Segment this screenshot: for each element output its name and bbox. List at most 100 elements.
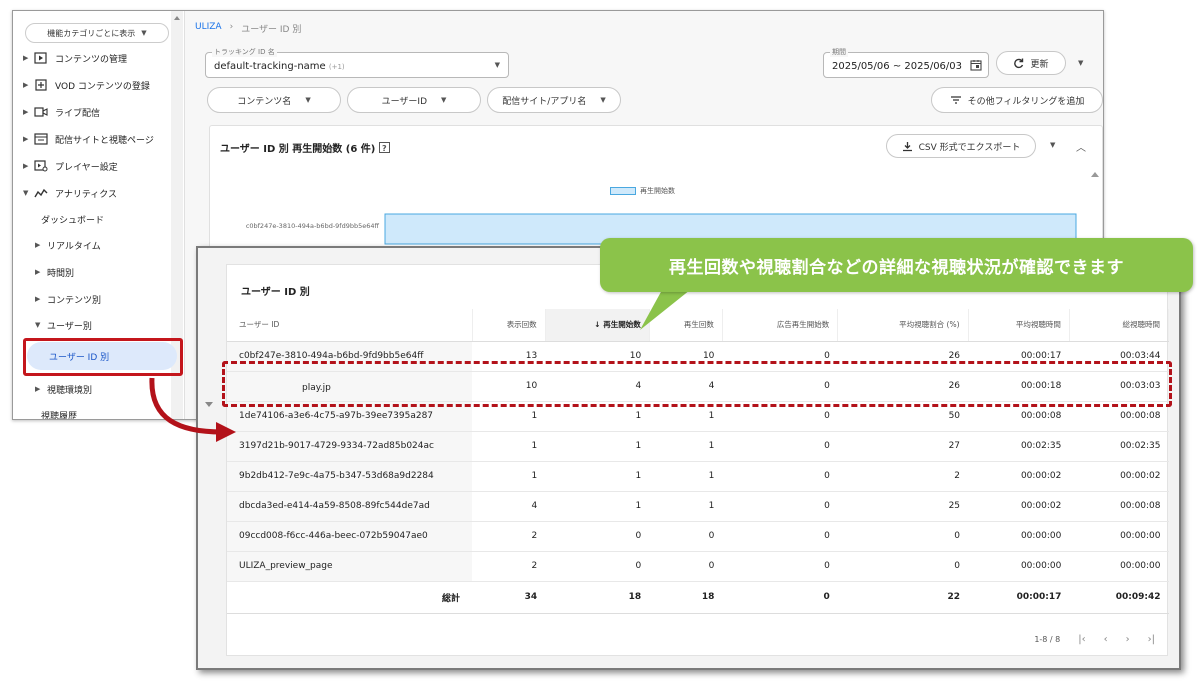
col-user-id[interactable]: ユーザー ID	[227, 309, 473, 342]
cell-total-view-time: 00:02:35	[1069, 431, 1169, 462]
table-row[interactable]: c0bf247e-3810-494a-b6bd-9fd9bb5e64ff 13 10…	[227, 341, 1169, 372]
period-value: 2025/05/06 ~ 2025/06/03	[832, 61, 963, 72]
scroll-down-icon[interactable]	[204, 400, 214, 410]
player-settings-icon	[33, 159, 49, 173]
export-menu-chevron-icon[interactable]: ▼	[1050, 141, 1055, 149]
sidebar-item-by-time[interactable]: ▶ 時間別	[35, 261, 74, 283]
breadcrumb-home[interactable]: ULIZA	[195, 22, 222, 35]
category-select[interactable]: 機能カテゴリごとに表示 ▼	[25, 23, 169, 43]
cell-user-id: 9b2db412-7e9c-4a75-b347-53d68a9d2284	[227, 461, 472, 492]
chevron-down-icon: ▼	[23, 189, 29, 197]
sidebar-item-realtime[interactable]: ▶ リアルタイム	[35, 234, 101, 256]
filter-label: 配信サイト/アプリ名	[502, 96, 587, 107]
filter-user-id[interactable]: ユーザーID ▼	[347, 87, 481, 113]
cell-ad-starts: 0	[722, 461, 838, 492]
cell-play-starts: 0	[545, 521, 650, 552]
filter-content-name[interactable]: コンテンツ名 ▼	[207, 87, 341, 113]
chart-title-text: ユーザー ID 別 再生開始数 (6 件)	[220, 144, 376, 155]
last-page-icon[interactable]: ›|	[1148, 634, 1155, 645]
col-ad-starts[interactable]: 広告再生開始数	[722, 309, 839, 342]
chevron-right-icon: ▶	[23, 81, 29, 89]
table-row[interactable]: dbcda3ed-e414-4a59-8508-89fc544de7ad 4 1 1 0…	[227, 491, 1169, 522]
total-total-view-time: 00:09:42	[1069, 581, 1169, 614]
total-avg-view-rate: 22	[837, 581, 969, 614]
cell-ad-starts: 0	[722, 401, 838, 432]
total-avg-view-time: 00:00:17	[968, 581, 1070, 614]
cell-impressions: 1	[472, 401, 546, 432]
pagination-range: 1-8 / 8	[1034, 635, 1061, 644]
tracking-id-value: default-tracking-name (+1)	[214, 61, 345, 72]
breadcrumb: ULIZA › ユーザー ID 別	[195, 22, 301, 35]
prev-page-icon[interactable]: ‹	[1104, 634, 1108, 645]
table-row[interactable]: 09ccd008-f6cc-446a-beec-072b59047ae0 2 0 0 0…	[227, 521, 1169, 552]
sidebar-item-player[interactable]: ▶ プレイヤー設定	[23, 155, 118, 177]
tracking-id-select[interactable]: トラッキング ID 名 default-tracking-name (+1) ▼	[205, 47, 509, 78]
cell-ad-starts: 0	[722, 491, 838, 522]
col-avg-view-rate[interactable]: 平均視聴割合 (%)	[837, 309, 969, 342]
cell-total-view-time: 00:03:44	[1069, 341, 1169, 372]
refresh-button[interactable]: 更新	[996, 51, 1066, 75]
sidebar-item-analytics[interactable]: ▼ アナリティクス	[23, 182, 117, 204]
chevron-down-icon: ▼	[141, 29, 147, 37]
col-impressions[interactable]: 表示回数	[472, 309, 546, 342]
col-play-starts[interactable]: ↓ 再生開始数	[545, 309, 650, 342]
cell-user-id: ULIZA_preview_page	[227, 551, 472, 582]
period-field[interactable]: 期間 2025/05/06 ~ 2025/06/03	[823, 47, 989, 78]
add-filter-label: その他フィルタリングを追加	[967, 96, 1085, 107]
cell-avg-view-rate: 2	[837, 461, 969, 492]
sidebar-item-by-env[interactable]: ▶ 視聴環境別	[35, 378, 92, 400]
col-total-view-time[interactable]: 総視聴時間	[1069, 309, 1170, 342]
total-ad-starts: 0	[722, 581, 838, 614]
col-avg-view-time[interactable]: 平均視聴時間	[968, 309, 1070, 342]
cell-impressions: 1	[472, 461, 546, 492]
cell-play-starts: 4	[545, 371, 650, 402]
sidebar-item-by-user[interactable]: ▼ ユーザー別	[35, 314, 92, 336]
sidebar-item-label: 視聴環境別	[47, 385, 93, 396]
cell-user-id: play.jp	[227, 371, 472, 402]
chart-scroll-up-icon[interactable]	[1090, 170, 1100, 180]
calendar-icon[interactable]	[970, 59, 982, 71]
next-page-icon[interactable]: ›	[1126, 634, 1130, 645]
table-row[interactable]: 3197d21b-9017-4729-9334-72ad85b024ac 1 1 1 0…	[227, 431, 1169, 462]
sidebar-item-dashboard[interactable]: ダッシュボード	[41, 208, 104, 230]
add-filter-button[interactable]: その他フィルタリングを追加	[931, 87, 1103, 113]
cell-avg-view-time: 00:00:00	[968, 521, 1070, 552]
redacted-text	[239, 380, 302, 393]
table-total-row: 総計 34 18 18 0 22 00:00:17 00:09:42	[227, 581, 1169, 614]
sidebar-item-vod-register[interactable]: ▶ VOD コンテンツの登録	[23, 74, 150, 96]
cell-plays: 1	[649, 461, 723, 492]
table-row[interactable]: 9b2db412-7e9c-4a75-b347-53d68a9d2284 1 1 1 0…	[227, 461, 1169, 492]
pagination: 1-8 / 8 |‹ ‹ › ›|	[1034, 634, 1155, 645]
filter-site-app[interactable]: 配信サイト/アプリ名 ▼	[487, 87, 621, 113]
sidebar-item-content-manage[interactable]: ▶ コンテンツの管理	[23, 47, 127, 69]
col-plays[interactable]: 再生回数	[649, 309, 723, 342]
chevron-right-icon: ▶	[23, 54, 29, 62]
zoom-background: ユーザー ID 別 ユーザー ID 表示回数 ↓ 再生開始数 再生回数 広告再生…	[198, 248, 1179, 668]
browser-icon	[33, 132, 49, 146]
sidebar-item-history[interactable]: 視聴履歴	[41, 404, 77, 420]
chevron-down-icon: ▼	[600, 96, 606, 104]
cell-avg-view-rate: 0	[837, 521, 969, 552]
callout-text: 再生回数や視聴割合などの詳細な視聴状況が確認できます	[669, 257, 1124, 278]
sidebar-item-live[interactable]: ▶ ライブ配信	[23, 101, 100, 123]
table-row[interactable]: ULIZA_preview_page 2 0 0 0 0 00:00:00 00:00:00	[227, 551, 1169, 582]
table-row[interactable]: 1de74106-a3e6-4c75-a97b-39ee7395a287 1 1 1 0…	[227, 401, 1169, 432]
sidebar-item-by-content[interactable]: ▶ コンテンツ別	[35, 288, 101, 310]
cell-avg-view-rate: 26	[837, 341, 969, 372]
collapse-icon[interactable]: ︿	[1076, 139, 1086, 154]
more-options-chevron-icon[interactable]: ▼	[1078, 59, 1083, 67]
cell-avg-view-time: 00:00:08	[968, 401, 1070, 432]
cell-plays: 1	[649, 431, 723, 462]
first-page-icon[interactable]: |‹	[1078, 634, 1085, 645]
chevron-right-icon: ▶	[35, 268, 41, 276]
sidebar-item-label: ユーザー別	[47, 321, 92, 332]
table-row[interactable]: play.jp 10 4 4 0 26 00:00:18 00:03:03	[227, 371, 1169, 402]
filter-label: コンテンツ名	[237, 96, 292, 107]
sidebar-item-sites[interactable]: ▶ 配信サイトと視聴ページ	[23, 128, 154, 150]
total-play-starts: 18	[545, 581, 650, 614]
csv-export-button[interactable]: CSV 形式でエクスポート	[886, 134, 1036, 158]
chart-legend: 再生開始数	[610, 186, 675, 196]
cell-avg-view-rate: 0	[837, 551, 969, 582]
help-icon[interactable]: ?	[379, 142, 391, 153]
cell-total-view-time: 00:00:02	[1069, 461, 1169, 492]
